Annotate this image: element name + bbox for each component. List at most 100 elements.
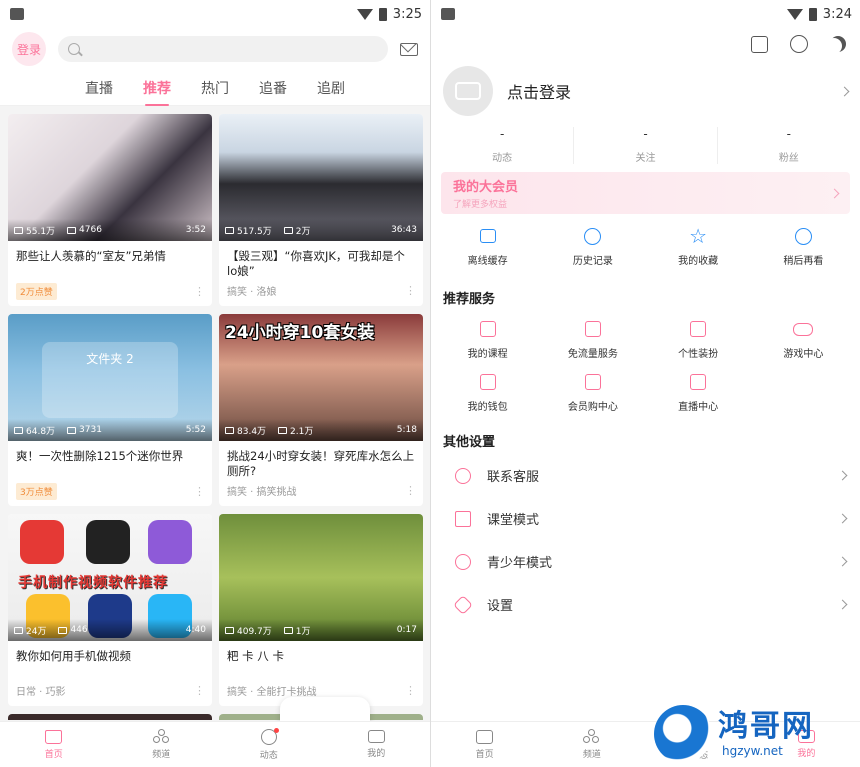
stat-label: 动态 [492,152,513,164]
nav-label: 首页 [475,749,494,760]
quick-actions: 离线缓存 历史记录 ☆ 我的收藏 稍后再看 [431,214,860,278]
watch-later-button[interactable]: 稍后再看 [751,226,856,278]
video-tag[interactable]: 日常 · 巧影 [16,683,66,698]
more-icon[interactable]: ⋮ [194,285,205,298]
video-tag[interactable]: 搞笑 · 洛娘 [227,283,277,298]
service-dress-up[interactable]: 个性装扮 [646,319,751,360]
nav-home[interactable]: 首页 [455,729,515,760]
headset-icon [455,467,471,484]
video-thumbnail[interactable]: 55.1万 4766 3:52 [8,114,212,241]
video-card[interactable]: 55.1万 4766 3:52 那些让人羡慕的“室友”兄弟情 2万点赞 ⋮ [8,114,212,306]
quick-label: 稍后再看 [783,256,824,267]
shirt-icon [690,321,707,337]
tab-recommend[interactable]: 推荐 [143,74,171,106]
video-title[interactable]: 那些让人羡慕的“室友”兄弟情 [8,241,212,279]
profile-stats: - 动态 - 关注 - 粉丝 [431,122,860,168]
section-title: 推荐服务 [443,292,496,307]
tab-anime[interactable]: 追番 [259,74,287,102]
video-card-partial[interactable] [8,714,212,720]
service-free-data[interactable]: 免流量服务 [540,319,645,360]
service-vip-shop[interactable]: 会员购中心 [540,372,645,413]
danmaku-count: 4766 [79,225,102,235]
video-title[interactable]: 爽！一次性删除1215个迷你世界 [8,441,212,479]
mail-icon[interactable] [400,42,418,56]
services-grid: 我的课程 免流量服务 个性装扮 游戏中心 我的钱包 会员购中心 直播中心 [431,311,860,421]
history-button[interactable]: 历史记录 [540,226,645,278]
thumbnail-overlay-text: 24小时穿10套女装 [225,323,375,343]
watermark-url: hgzyw.net [722,744,783,758]
nav-label: 我的 [367,749,386,759]
more-icon[interactable]: ⋮ [405,284,416,297]
profile-header[interactable]: 点击登录 [431,60,860,122]
tab-drama[interactable]: 追剧 [317,74,345,102]
service-game-center[interactable]: 游戏中心 [751,319,856,360]
nav-mine[interactable]: 我的 [346,730,406,759]
bottom-nav: 首页 频道 动态 我的 [0,721,430,767]
login-avatar-button[interactable]: 登录 [12,32,46,66]
video-card[interactable]: 手机制作视频软件推荐 24万 446 4:40 教你如何用手机做视频 日常 · … [8,514,212,706]
service-wallet[interactable]: 我的钱包 [435,372,540,413]
stat-following[interactable]: - 关注 [574,126,718,164]
avatar[interactable] [443,66,493,116]
video-thumbnail[interactable]: 409.7万 1万 0:17 [219,514,423,641]
chevron-right-icon [837,556,848,567]
notification-icon [441,8,455,20]
video-card[interactable]: 409.7万 1万 0:17 粑 卡 八 卡 搞笑 · 全能打卡挑战 ⋮ [219,514,423,706]
tab-live[interactable]: 直播 [85,74,113,102]
play-count-icon [225,426,234,434]
video-card[interactable]: 24小时穿10套女装 83.4万 2.1万 5:18 挑战24小时穿女装！穿死库… [219,314,423,506]
wallet-icon [479,374,496,390]
danmaku-icon [283,226,293,234]
nav-dynamic[interactable]: 动态 [239,727,299,761]
settings-row-classroom[interactable]: 课堂模式 [431,497,860,540]
video-card[interactable]: 文件夹 2 64.8万 3731 5:52 爽！一次性删除1215个迷你世界 3… [8,314,212,506]
vip-banner[interactable]: 我的大会员 了解更多权益 [441,172,850,214]
section-title: 其他设置 [443,435,496,450]
service-courses[interactable]: 我的课程 [435,319,540,360]
video-thumbnail[interactable]: 517.5万 2万 36:43 [219,114,423,241]
search-input[interactable] [58,36,388,62]
video-thumbnail[interactable]: 手机制作视频软件推荐 24万 446 4:40 [8,514,212,641]
favorites-button[interactable]: ☆ 我的收藏 [646,226,751,278]
video-duration: 5:18 [396,425,417,435]
video-thumbnail[interactable]: 24小时穿10套女装 83.4万 2.1万 5:18 [219,314,423,441]
more-icon[interactable]: ⋮ [194,485,205,498]
settings-row-customer-service[interactable]: 联系客服 [431,454,860,497]
video-tag[interactable]: 搞笑 · 搞笑挑战 [227,483,297,498]
video-card[interactable]: 517.5万 2万 36:43 【毁三观】“你喜欢JK，可我却是个lo娘” 搞笑… [219,114,423,306]
tab-hot[interactable]: 热门 [201,74,229,102]
theme-palette-icon[interactable] [790,35,808,53]
video-meta: 55.1万 4766 3:52 [8,219,212,241]
service-live-center[interactable]: 直播中心 [646,372,751,413]
thumbnail-overlay-text: 文件夹 2 [42,342,178,418]
video-title[interactable]: 教你如何用手机做视频 [8,641,212,679]
nav-channel[interactable]: 频道 [131,729,191,760]
more-icon[interactable]: ⋮ [405,684,416,697]
video-thumbnail[interactable]: 文件夹 2 64.8万 3731 5:52 [8,314,212,441]
video-tag[interactable]: 搞笑 · 全能打卡挑战 [227,683,317,698]
night-mode-icon[interactable] [826,38,842,54]
tv-icon [367,730,385,743]
more-icon[interactable]: ⋮ [405,484,416,497]
stat-fans[interactable]: - 粉丝 [718,127,860,164]
more-icon[interactable]: ⋮ [194,684,205,697]
app-icon [86,520,130,564]
scan-icon[interactable] [751,35,768,53]
profile-screen: 3:24 点击登录 - 动态 - 关注 - 粉丝 我的大会员 了解更多权益 离线缓存 … [430,0,860,767]
nav-home[interactable]: 首页 [24,729,84,760]
nav-label: 首页 [44,749,63,760]
nav-channel[interactable]: 频道 [562,729,622,760]
play-later-icon [794,227,812,245]
profile-toolbar [431,28,860,60]
settings-row-teen-mode[interactable]: 青少年模式 [431,540,860,583]
channel-icon [152,729,170,744]
video-title[interactable]: 挑战24小时穿女装！穿死库水怎么上厕所? [219,441,423,479]
stat-dynamic[interactable]: - 动态 [431,126,575,164]
chevron-right-icon [839,86,850,96]
battery-icon [808,7,817,21]
video-title[interactable]: 【毁三观】“你喜欢JK，可我却是个lo娘” [219,241,423,279]
settings-row-settings[interactable]: 设置 [431,583,860,626]
offline-cache-button[interactable]: 离线缓存 [435,226,540,278]
login-prompt[interactable]: 点击登录 [507,79,841,103]
video-title[interactable]: 粑 卡 八 卡 [219,641,423,679]
